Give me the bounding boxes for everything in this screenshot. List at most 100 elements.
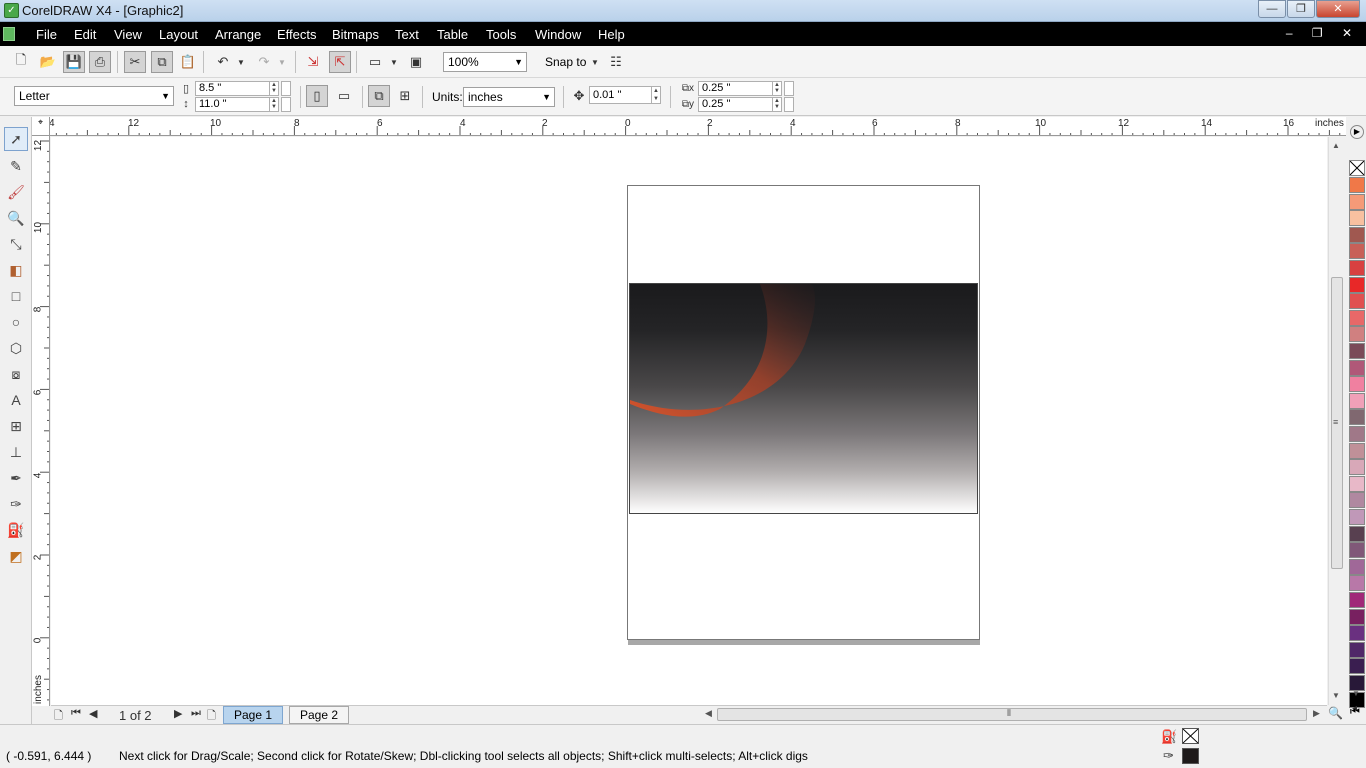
redo-dropdown-icon[interactable]: ▼ [276,51,288,73]
polygon-tool-icon[interactable]: ⬡ [4,336,28,360]
page-height-field[interactable]: 11.0 " ▲ ▼ [195,97,279,112]
scroll-up-icon[interactable]: ▲ [1332,141,1340,150]
snap-to-dropdown-icon[interactable]: ▼ [589,51,601,73]
table-tool-icon[interactable]: ⊞ [4,414,28,438]
dimension-tool-icon[interactable]: ⊥ [4,440,28,464]
no-color-swatch[interactable] [1349,160,1365,176]
drawing-page[interactable] [627,185,980,640]
export-icon[interactable]: ⇱ [329,51,351,73]
smudge-brush-icon[interactable]: 🖌 [4,180,28,204]
landscape-icon[interactable]: ▭ [333,85,355,107]
menu-text[interactable]: Text [395,27,419,42]
last-page-icon[interactable]: ⏭ [191,707,201,720]
launcher-dropdown-icon[interactable]: ▼ [388,51,400,73]
all-pages-icon[interactable]: ⧉ [368,85,390,107]
palette-swatch[interactable] [1349,359,1365,376]
palette-swatch[interactable] [1349,459,1365,476]
palette-swatch[interactable] [1349,392,1365,409]
fill-tool-icon[interactable]: ⛽ [4,518,28,542]
fill-color-swatch[interactable] [1182,728,1199,744]
palette-scroll-up-icon[interactable]: ▶ [1350,125,1364,139]
menu-layout[interactable]: Layout [159,27,198,42]
palette-swatch[interactable] [1349,260,1365,276]
coreldraw-app-icon[interactable]: ✓ [4,3,19,18]
dup-y-spin-button[interactable] [784,97,794,112]
palette-swatch[interactable] [1349,509,1365,525]
menu-effects[interactable]: Effects [277,27,317,42]
ellipse-tool-icon[interactable]: ○ [4,310,28,334]
rectangle-tool-icon[interactable]: □ [4,284,28,308]
menu-window[interactable]: Window [535,27,581,42]
horizontal-scrollbar[interactable]: ◀ ⦀ ▶ [701,705,1327,723]
outline-color-swatch[interactable] [1182,748,1199,764]
menu-view[interactable]: View [114,27,142,42]
palette-swatch[interactable] [1349,542,1365,559]
palette-swatch[interactable] [1349,326,1365,343]
palette-swatch[interactable] [1349,293,1365,310]
palette-swatch[interactable] [1349,276,1365,293]
eyedropper-tool-icon[interactable]: ✒ [4,466,28,490]
interactive-fill-icon[interactable]: ◩ [4,544,28,568]
pick-tool-icon[interactable]: ➚ [4,127,28,151]
freehand-tool-icon[interactable]: ⤡ [4,232,28,256]
scroll-right-icon[interactable]: ▶ [1313,708,1320,719]
current-page-icon[interactable]: ⊞ [394,85,416,107]
smart-fill-icon[interactable]: ◧ [4,258,28,282]
palette-swatch[interactable] [1349,525,1365,542]
palette-swatch[interactable] [1349,426,1365,442]
horizontal-ruler[interactable]: 4 12 10 8 6 4 2 0 2 4 6 8 10 12 14 16 in… [32,117,1346,136]
orange-swoosh-graphic[interactable] [630,284,978,514]
redo-icon[interactable]: ↷ [253,51,275,73]
copy-icon[interactable]: ⧉ [151,51,173,73]
palette-swatch[interactable] [1349,226,1365,243]
drawing-window[interactable] [51,137,1327,705]
zoom-navigator-icon[interactable]: 🔍 [1328,706,1343,720]
gradient-rectangle[interactable] [629,283,978,514]
menu-file[interactable]: File [36,27,57,42]
collapse-palette-icon[interactable]: ⏮ [1350,706,1360,719]
palette-swatch[interactable] [1349,558,1365,575]
menu-edit[interactable]: Edit [74,27,96,42]
spin-arrows-icon[interactable]: ▲ ▼ [269,82,278,95]
spin-arrows-icon[interactable]: ▲ ▼ [772,98,781,111]
ruler-origin-icon[interactable]: ⌖ [32,117,50,136]
height-spin-button[interactable] [281,97,291,112]
document-icon[interactable] [3,27,15,41]
palette-swatch[interactable] [1349,376,1365,393]
close-button[interactable]: ✕ [1316,0,1360,18]
vertical-scrollbar[interactable]: ▲ ≡ ▼ [1328,137,1344,705]
scroll-down-icon[interactable]: ▼ [1332,691,1340,700]
text-tool-icon[interactable]: A [4,388,28,412]
zoom-level-dropdown[interactable]: 100% ▼ [443,52,527,72]
duplicate-distance-x-field[interactable]: 0.25 " ▲ ▼ [698,81,782,96]
document-window-controls[interactable]: – ❐ ✕ [1286,26,1360,40]
palette-swatch[interactable] [1349,575,1365,592]
palette-swatch[interactable] [1349,193,1365,210]
menu-tools[interactable]: Tools [486,27,516,42]
open-icon[interactable]: 📂 [37,51,59,73]
zoom-tool-icon[interactable]: 🔍 [4,206,28,230]
duplicate-distance-y-field[interactable]: 0.25 " ▲ ▼ [698,97,782,112]
tab-page-1[interactable]: Page 1 [223,706,284,724]
palette-swatch[interactable] [1349,641,1365,658]
palette-scroll-down-icon[interactable]: ▼ [1352,689,1360,698]
paste-icon[interactable]: 📋 [177,51,199,73]
application-launcher-icon[interactable]: ▭ [364,51,386,73]
nudge-distance-field[interactable]: 0.01 " ▲ ▼ [589,86,661,104]
units-dropdown[interactable]: inches ▼ [463,87,555,107]
import-icon[interactable]: ⇲ [302,51,324,73]
palette-swatch[interactable] [1349,243,1365,260]
horizontal-scroll-thumb[interactable] [717,708,1307,721]
palette-swatch[interactable] [1349,608,1365,625]
spin-arrows-icon[interactable]: ▲ ▼ [269,98,278,111]
shape-tool-icon[interactable]: ✎ [4,154,28,178]
scroll-left-icon[interactable]: ◀ [705,708,712,719]
portrait-icon[interactable]: ▯ [306,85,328,107]
dup-x-spin-button[interactable] [784,81,794,96]
palette-swatch[interactable] [1349,442,1365,459]
palette-swatch[interactable] [1349,210,1365,227]
palette-swatch[interactable] [1349,343,1365,359]
outline-pen-icon[interactable]: ✑ [4,492,28,516]
options-icon[interactable]: ☷ [605,51,627,73]
palette-swatch[interactable] [1349,475,1365,492]
